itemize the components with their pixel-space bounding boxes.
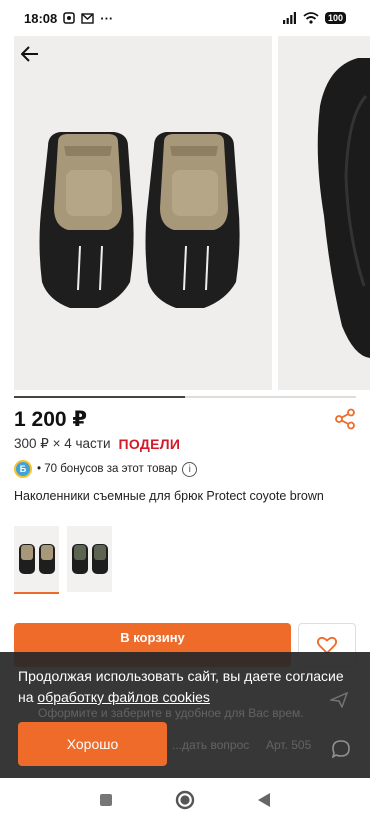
product-price: 1 200 ₽ xyxy=(14,408,87,431)
system-nav-bar xyxy=(0,778,370,822)
installment-row[interactable]: 300 ₽ × 4 части ПОДЕЛИ xyxy=(14,436,180,452)
notification-icon xyxy=(63,12,75,24)
back-nav-icon[interactable] xyxy=(257,792,271,808)
share-button[interactable] xyxy=(334,408,356,430)
product-image-next[interactable] xyxy=(278,36,370,390)
article-number: Арт. 505 xyxy=(266,738,312,752)
product-image[interactable] xyxy=(14,36,272,390)
cookie-policy-link[interactable]: обработку файлов cookies xyxy=(37,689,210,705)
variant-coyote-image xyxy=(18,544,55,574)
delivery-hint: Оформите и заберите в удобное для Вас вр… xyxy=(38,706,304,720)
back-button[interactable] xyxy=(16,40,44,68)
status-time: 18:08 xyxy=(24,10,58,26)
knee-pad-closeup-image xyxy=(317,58,370,358)
signal-icon xyxy=(282,12,296,24)
ask-question-link: ...дать вопрос xyxy=(172,738,250,752)
home-icon[interactable] xyxy=(175,790,195,810)
gallery-progress xyxy=(14,396,356,398)
product-title: Наколенники съемные для брюк Protect coy… xyxy=(14,489,324,503)
product-gallery[interactable] xyxy=(0,36,370,392)
info-icon[interactable]: i xyxy=(182,461,198,477)
wifi-icon xyxy=(303,12,319,24)
recent-apps-icon[interactable] xyxy=(99,793,113,807)
bonus-icon: Б xyxy=(14,460,32,478)
share-icon xyxy=(335,408,355,430)
battery-icon: 100 xyxy=(324,12,346,24)
variant-coyote[interactable] xyxy=(14,526,59,594)
arrow-left-icon xyxy=(21,46,38,62)
status-bar: 18:08 ··· 100 xyxy=(0,0,370,36)
installment-text: 300 ₽ × 4 части xyxy=(14,436,111,451)
knee-pads-image xyxy=(39,132,240,308)
variant-olive-image xyxy=(71,544,108,574)
variant-list xyxy=(14,526,112,594)
mail-icon xyxy=(81,12,94,24)
cookie-message: Продолжая использовать сайт, вы даете со… xyxy=(18,666,348,708)
gallery-progress-fill xyxy=(14,396,185,398)
variant-olive[interactable] xyxy=(67,526,112,592)
podeli-logo: ПОДЕЛИ xyxy=(118,436,181,452)
cookie-accept-button[interactable]: Хорошо xyxy=(18,722,167,766)
status-more: ··· xyxy=(100,10,114,26)
chat-icon xyxy=(332,740,350,758)
bonus-row: Б • 70 бонусов за этот товар i xyxy=(14,460,198,478)
cookie-banner: Оформите и заберите в удобное для Вас вр… xyxy=(0,652,370,778)
bonus-text: • 70 бонусов за этот товар xyxy=(37,463,178,475)
